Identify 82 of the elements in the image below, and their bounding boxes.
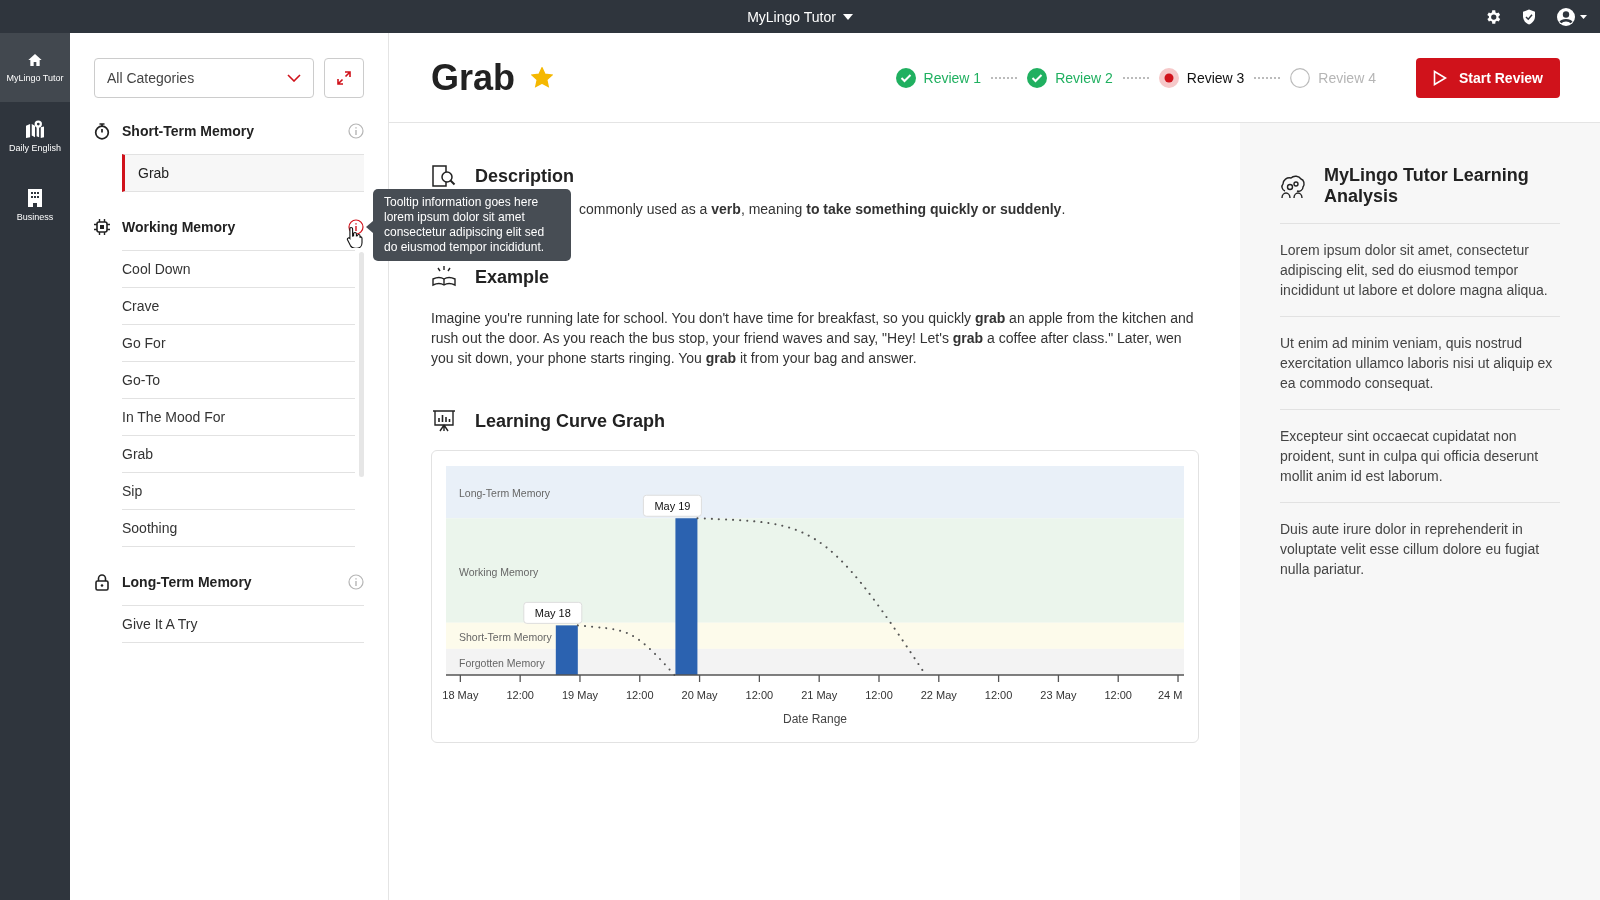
date-callout: May 18: [523, 601, 583, 624]
shield-check-icon[interactable]: [1520, 8, 1538, 26]
play-icon: [1432, 69, 1447, 86]
check-circle-icon: [1027, 67, 1048, 88]
axis-tick-label: 12:00: [1104, 689, 1132, 701]
category-item[interactable]: Give It A Try: [122, 605, 364, 643]
open-book-icon: [431, 265, 457, 289]
map-icon: [25, 120, 45, 138]
category-item[interactable]: Grab: [122, 435, 355, 472]
axis-tick-label: 22 May: [920, 689, 957, 701]
check-circle-icon: [895, 67, 916, 88]
stopwatch-icon: [94, 122, 110, 140]
date-callout: May 19: [642, 494, 702, 517]
category-item[interactable]: In The Mood For: [122, 398, 355, 435]
category-item[interactable]: Soothing: [122, 509, 355, 547]
category-item[interactable]: Grab: [122, 154, 364, 192]
panel-title: MyLingo Tutor Learning Analysis: [1324, 165, 1530, 207]
category-title: Long-Term Memory: [122, 574, 253, 590]
lock-icon: [94, 573, 110, 591]
nav-item[interactable]: MyLingo Tutor: [0, 33, 70, 102]
radio-dot-icon: [1158, 67, 1179, 88]
home-icon: [27, 52, 43, 68]
caret-icon: [842, 13, 853, 20]
building-icon: [28, 189, 42, 207]
chevron-down-icon: [287, 74, 301, 82]
band-label: Forgotten Memory: [459, 656, 545, 669]
axis-tick-label: 19 May: [561, 689, 598, 701]
axis-tick-label: 24 M: [1158, 689, 1183, 701]
category-item[interactable]: Cool Down: [122, 250, 355, 287]
axis-tick-label: 21 May: [801, 689, 838, 701]
band-label: Working Memory: [459, 565, 539, 578]
example-text: Imagine you're running late for school. You don't have time for breakfast, so you quickly grab an apple from the kitchen and rush out the door. As you reach the bus stop, your friend waves and say, "Hey! Let's grab a coffee after class." Later, wen you sit down, your phone starts ringing. You grab it from your bag and answer.: [431, 309, 1195, 368]
analysis-paragraph: Excepteur sint occaecat cupidatat non proident, sunt in culpa qui officia deserunt mollit anim id est laborum.: [1280, 410, 1560, 503]
category-title: Working Memory: [122, 219, 237, 235]
review-step: Review 4: [1290, 67, 1376, 88]
hand-cursor-icon: [346, 226, 364, 248]
review-step: Review 3: [1158, 67, 1245, 88]
nav-item[interactable]: Business: [0, 171, 70, 240]
chip-icon: [94, 219, 110, 235]
band-label: Short-Term Memory: [459, 630, 552, 643]
empty-circle-icon: [1290, 67, 1311, 88]
axis-tick-label: 12:00: [745, 689, 774, 701]
analysis-paragraph: Duis aute irure dolor in reprehenderit in voluptate velit esse cillum dolore eu fugiat nulla pariatur.: [1280, 520, 1541, 579]
axis-tick-label: 20 May: [681, 689, 718, 701]
expand-button[interactable]: [324, 58, 364, 98]
axis-tick-label: 23 May: [1040, 689, 1077, 701]
axis-tick-label: 12:00: [865, 689, 893, 701]
category-item[interactable]: Go-To: [122, 361, 355, 398]
band-label: Long-Term Memory: [459, 487, 551, 500]
review-step: Review 2: [1027, 67, 1113, 88]
presentation-chart-icon: [431, 409, 457, 433]
book-search-icon: [431, 164, 457, 188]
nav-item[interactable]: Daily English: [0, 102, 70, 171]
section-heading: Description: [475, 165, 575, 187]
axis-title: Date Range: [783, 712, 847, 726]
word-title: Grab: [431, 56, 516, 99]
scrollbar[interactable]: [359, 252, 364, 477]
category-item[interactable]: Crave: [122, 287, 355, 324]
brain-gears-icon: [1280, 173, 1306, 199]
axis-tick-label: 12:00: [984, 689, 1013, 701]
description-text: commonly used as a verb, meaning to take something quickly or suddenly.: [579, 201, 1066, 217]
section-heading: Example: [475, 266, 550, 288]
analysis-paragraph: Lorem ipsum dolor sit amet, consectetur adipiscing elit, sed do eiusmod tempor incididunt ut labore et dolore magna aliqua.: [1280, 224, 1560, 317]
category-item[interactable]: Sip: [122, 472, 355, 509]
account-icon[interactable]: [1556, 7, 1588, 27]
expand-icon: [336, 70, 352, 86]
info-icon[interactable]: [348, 219, 364, 235]
axis-tick-label: 18 May: [442, 689, 479, 701]
category-item[interactable]: Go For: [122, 324, 355, 361]
chart-bar: [555, 625, 578, 675]
section-heading: Learning Curve Graph: [475, 410, 666, 432]
category-title: Short-Term Memory: [122, 123, 255, 139]
review-step: Review 1: [895, 67, 982, 88]
axis-tick-label: 12:00: [626, 689, 654, 701]
start-review-button[interactable]: Start Review: [1415, 57, 1560, 98]
tooltip: Tooltip information goes here lorem ipsum dolor sit amet consectetur adipiscing elit sed do eiusmod tempor incididunt.: [373, 189, 571, 261]
tooltip-pointer: [366, 221, 373, 233]
star-icon[interactable]: [531, 67, 554, 88]
analysis-paragraph: Ut enim ad minim veniam, quis nostrud exercitation ullamco laboris nisi ut aliquip ex ea commodo consequat.: [1280, 317, 1560, 410]
axis-tick-label: 12:00: [506, 689, 534, 701]
category-select[interactable]: All Categories: [94, 58, 314, 98]
app-menu-button[interactable]: MyLingo Tutor: [743, 6, 857, 27]
